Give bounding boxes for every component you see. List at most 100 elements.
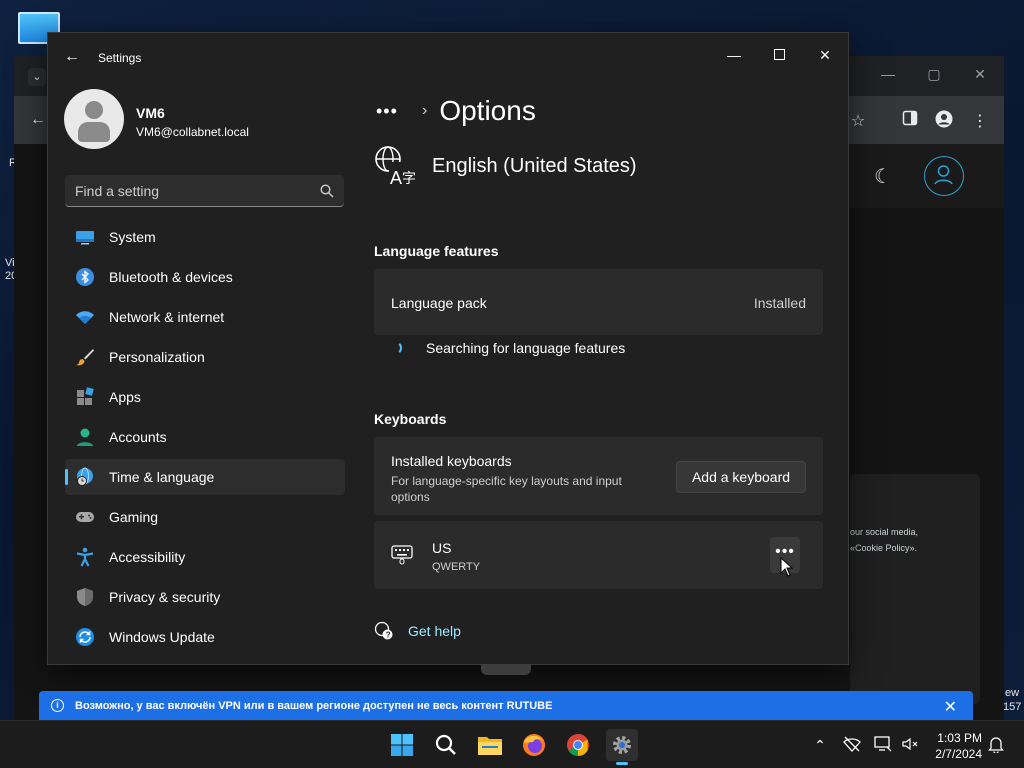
system-icon [75,227,95,247]
sidebar-item-label: Bluetooth & devices [109,269,233,285]
gamepad-icon [75,507,95,527]
sidebar-item-label: Accessibility [109,549,186,565]
active-app-indicator [616,762,628,765]
sidebar-item-windows-update[interactable]: Windows Update [65,619,345,655]
sidebar-item-bluetooth[interactable]: Bluetooth & devices [65,259,345,295]
folder-icon [478,737,502,755]
chrome-icon [567,734,589,756]
breadcrumb: ••• › Options [376,91,536,131]
clock-date: 2/7/2024 [935,747,982,761]
desktop-text-fragment: ew [1005,687,1020,699]
windows-logo-icon [391,734,413,756]
back-arrow-icon[interactable]: ← [62,47,82,67]
sidebar-item-gaming[interactable]: Gaming [65,499,345,535]
chevron-right-icon: › [422,102,428,119]
sidebar-item-label: Network & internet [109,309,225,325]
clock-time: 1:03 PM [937,731,982,745]
keyboard-name: US [432,540,452,556]
minimize-button[interactable]: — [712,41,756,69]
settings-taskbar-button[interactable] [606,729,638,765]
site-profile-icon[interactable] [924,156,964,196]
gear-icon [613,736,631,754]
svg-text:A: A [390,168,402,187]
sidebar-item-label: Privacy & security [109,589,221,605]
search-icon [435,734,456,755]
dark-mode-moon-icon[interactable]: ☾ [874,164,892,189]
apps-icon [75,387,95,407]
update-icon [75,627,95,647]
svg-text:字: 字 [402,171,416,187]
desktop-text-fragment: 157 [1003,701,1022,713]
app-title: Settings [98,51,142,65]
notification-text: Возможно, у вас включён VPN или в вашем … [75,700,553,712]
installed-keyboards-label: Installed keyboards [391,453,512,469]
keyboard-layout: QWERTY [432,561,481,573]
brush-icon [75,347,95,367]
accounts-icon [75,427,95,447]
installed-keyboards-description: For language-specific key layouts and in… [391,474,622,504]
network-status-icon[interactable] [842,735,862,755]
file-explorer-button[interactable] [474,729,506,761]
system-clock[interactable]: 1:03 PM 2/7/2024 [926,730,982,762]
notification-close-icon[interactable]: ✕ [944,697,957,717]
settings-titlebar: ← Settings — ✕ [48,33,848,81]
installed-keyboards-card: Installed keyboards For language-specifi… [374,437,823,515]
wifi-icon [75,307,95,327]
side-panel-icon[interactable] [898,110,922,134]
sidebar-item-privacy[interactable]: Privacy & security [65,579,345,615]
search-input[interactable] [65,175,305,206]
mouse-cursor-icon [780,557,794,577]
language-pack-status: Installed [753,295,806,311]
sidebar-item-label: System [109,229,156,245]
avatar[interactable] [64,89,124,149]
sidebar-item-network[interactable]: Network & internet [65,299,345,335]
language-icon: A 字 [375,146,416,187]
browser-minimize-icon[interactable]: — [876,66,900,82]
language-pack-label: Language pack [391,295,487,311]
browser-maximize-icon[interactable]: ▢ [922,66,946,83]
volume-muted-icon[interactable] [900,735,920,755]
sidebar-item-accounts[interactable]: Accounts [65,419,345,455]
sidebar-item-label: Personalization [109,349,205,365]
search-icon[interactable] [320,184,334,198]
scroll-tab [481,664,531,675]
taskbar-search-button[interactable] [430,729,462,761]
sidebar-item-time-language[interactable]: Time & language [65,459,345,495]
get-help-link[interactable]: ? Get help [374,621,461,641]
bookmark-star-icon[interactable]: ☆ [846,110,870,134]
sidebar-item-label: Windows Update [109,629,215,645]
sidebar-nav: System Bluetooth & devices Network & int… [65,219,345,659]
sidebar-item-accessibility[interactable]: Accessibility [65,539,345,575]
notification-bell-icon[interactable] [986,735,1006,755]
search-box [65,175,344,207]
searching-text: Searching for language features [426,340,626,356]
browser-menu-icon[interactable]: ⋮ [968,110,992,134]
cookie-text: our social media, «Cookie Policy». [850,527,919,553]
close-button[interactable]: ✕ [803,41,847,69]
cookie-card [850,474,980,704]
searching-status: Searching for language features [388,340,625,356]
svg-text:?: ? [386,631,391,640]
language-name: English (United States) [432,154,637,177]
sidebar-item-personalization[interactable]: Personalization [65,339,345,375]
tab-list-icon[interactable]: ⌄ [28,68,46,86]
show-hidden-icons-chevron-icon[interactable]: ⌃ [810,735,830,755]
firefox-button[interactable] [518,729,550,761]
sidebar-item-label: Gaming [109,509,159,525]
keyboards-title: Keyboards [374,411,447,427]
profile-icon[interactable] [932,110,956,134]
sidebar-item-apps[interactable]: Apps [65,379,345,415]
help-chat-icon: ? [374,621,393,640]
shield-icon [75,587,95,607]
info-icon: i [51,699,64,712]
sidebar-item-system[interactable]: System [65,219,345,255]
start-button[interactable] [386,729,418,761]
maximize-button[interactable] [757,41,801,69]
breadcrumb-more-button[interactable]: ••• [376,101,406,122]
chrome-button[interactable] [562,729,594,761]
bluetooth-icon [75,267,95,287]
add-keyboard-button[interactable]: Add a keyboard [676,461,806,493]
browser-close-icon[interactable]: ✕ [968,66,992,83]
avatar-head [85,101,103,119]
monitor-network-icon[interactable] [873,735,893,755]
